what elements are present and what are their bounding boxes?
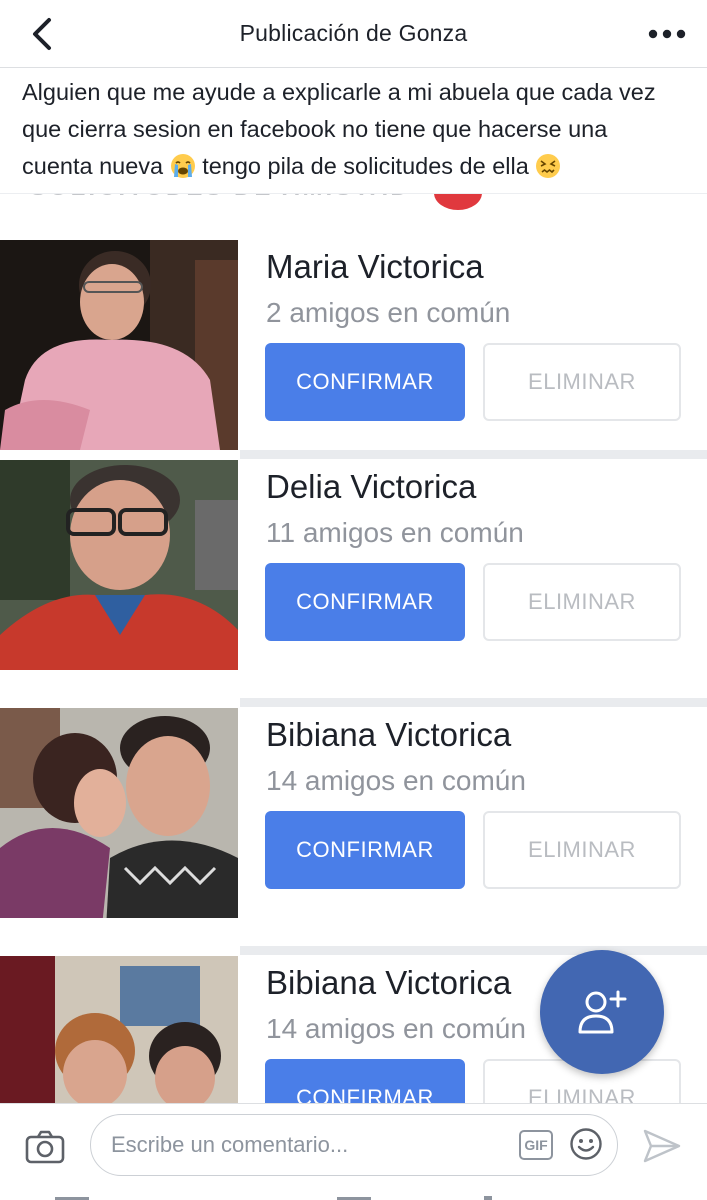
gif-button[interactable]: GIF (519, 1130, 553, 1160)
confirm-button[interactable]: CONFIRMAR (265, 563, 465, 641)
post-text-fragment: tengo pila de solicitudes de ella (202, 153, 529, 179)
confirm-button[interactable]: CONFIRMAR (265, 811, 465, 889)
post-line: cuenta nueva tengo pila de solicitudes d… (22, 148, 692, 185)
camera-button[interactable] (24, 1126, 66, 1168)
back-button[interactable] (22, 14, 62, 54)
notification-badge (434, 194, 482, 210)
post-body: Alguien que me ayude a explicarle a mi a… (22, 74, 692, 185)
friend-request-card: Delia Victorica 11 amigos en común CONFI… (0, 460, 707, 670)
comment-placeholder: Escribe un comentario... (111, 1132, 349, 1157)
cut-off-section-header: SOLICITUDES DE AMISTAD (30, 194, 411, 202)
more-options-button[interactable] (645, 14, 689, 54)
delete-button[interactable]: ELIMINAR (483, 343, 681, 421)
requester-name[interactable]: Maria Victorica (266, 248, 484, 286)
emoji-button[interactable] (569, 1127, 603, 1161)
add-friend-icon (578, 990, 627, 1034)
requester-name[interactable]: Bibiana Victorica (266, 964, 511, 1002)
post-line: que cierra sesion en facebook no tiene q… (22, 116, 608, 142)
confounded-face-emoji-icon (536, 154, 561, 178)
tab-bar-peek (55, 1196, 492, 1200)
mutual-friends-count[interactable]: 11 amigos en común (266, 517, 524, 549)
friend-request-card: Maria Victorica 2 amigos en común CONFIR… (0, 240, 707, 450)
chevron-left-icon (33, 18, 51, 50)
top-bar: Publicación de Gonza (0, 0, 707, 68)
more-dots-icon (648, 29, 686, 39)
post-page: Publicación de Gonza Alguien que me ayud… (0, 0, 707, 1200)
requester-name[interactable]: Delia Victorica (266, 468, 476, 506)
page-title: Publicación de Gonza (239, 20, 468, 46)
friend-request-card: Bibiana Victorica 14 amigos en común CON… (0, 708, 707, 918)
smile-icon (570, 1128, 602, 1160)
crying-face-emoji-icon (170, 154, 195, 178)
delete-button[interactable]: ELIMINAR (483, 563, 681, 641)
send-button[interactable] (642, 1128, 682, 1164)
mutual-friends-count[interactable]: 14 amigos en común (266, 765, 526, 797)
mutual-friends-count[interactable]: 14 amigos en común (266, 1013, 526, 1045)
profile-photo[interactable] (0, 240, 238, 450)
profile-photo[interactable] (0, 708, 238, 918)
send-icon (643, 1129, 681, 1163)
requester-name[interactable]: Bibiana Victorica (266, 716, 511, 754)
delete-button[interactable]: ELIMINAR (483, 811, 681, 889)
confirm-button[interactable]: CONFIRMAR (265, 1059, 465, 1103)
post-line: Alguien que me ayude a explicarle a mi a… (22, 79, 656, 105)
camera-icon (25, 1130, 65, 1164)
add-friend-button[interactable] (540, 950, 664, 1074)
comment-input[interactable]: Escribe un comentario... GIF (90, 1114, 618, 1176)
confirm-button[interactable]: CONFIRMAR (265, 343, 465, 421)
comment-bar: Escribe un comentario... GIF (0, 1103, 707, 1200)
profile-photo[interactable] (0, 460, 238, 670)
mutual-friends-count[interactable]: 2 amigos en común (266, 297, 510, 329)
post-text-fragment: cuenta nueva (22, 153, 164, 179)
profile-photo[interactable] (0, 956, 238, 1103)
